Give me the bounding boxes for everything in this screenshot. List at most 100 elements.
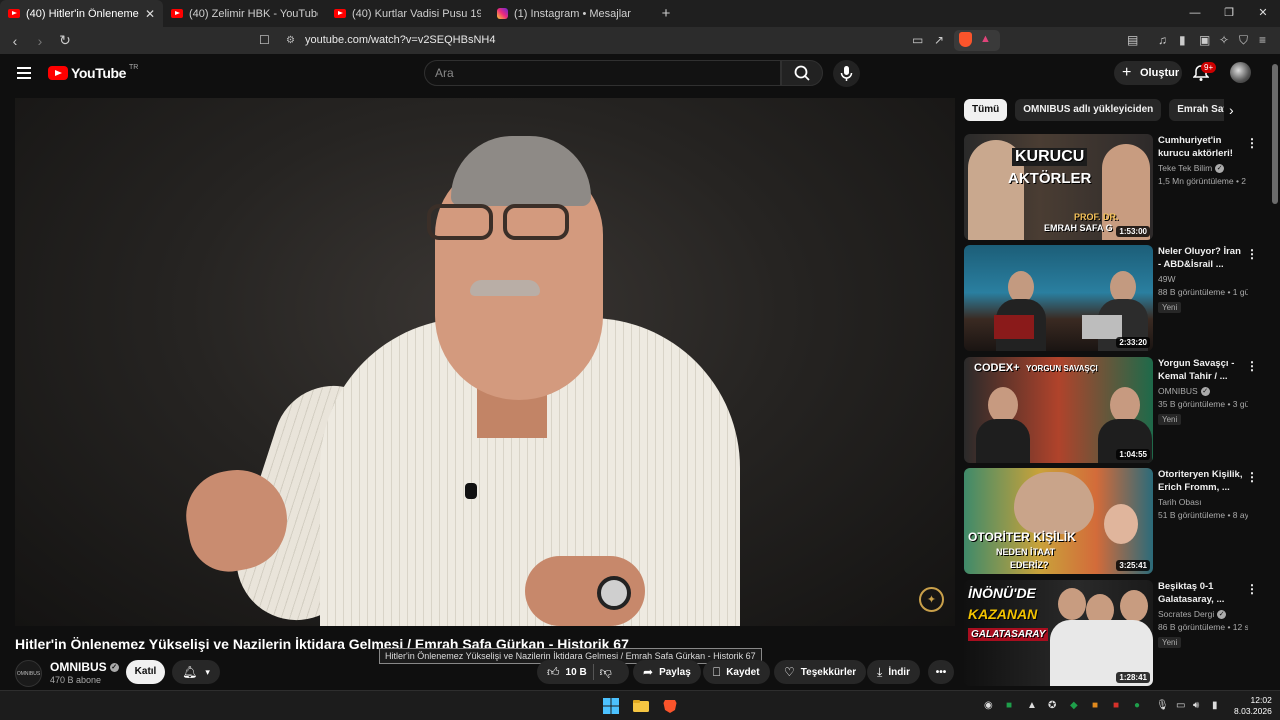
tray-app-icon[interactable]: ▲ bbox=[1027, 700, 1037, 711]
like-count[interactable]: 10 B bbox=[566, 667, 587, 678]
share-button[interactable]: ➦ Paylaş bbox=[633, 660, 701, 684]
recommendation-item[interactable]: KURUCU AKTÖRLER PROF. DR. EMRAH SAFA G 1… bbox=[964, 134, 1264, 240]
more-vertical-icon[interactable]: ⋮ bbox=[1246, 136, 1258, 150]
browser-tab[interactable]: (1) Instagram • Mesajlar bbox=[489, 0, 652, 27]
url-field[interactable]: youtube.com/watch?v=v2SEQHBsNH4 bbox=[280, 31, 1000, 50]
channel-text[interactable]: Socrates Dergi bbox=[1158, 609, 1214, 619]
browser-tab[interactable]: (40) Kurtlar Vadisi Pusu 194. Bölüm bbox=[326, 0, 489, 27]
tray-app-icon[interactable]: ✪ bbox=[1048, 700, 1056, 711]
tray-app-icon[interactable]: ■ bbox=[1006, 700, 1012, 711]
recommendation-channel[interactable]: Tarih Obası bbox=[1158, 497, 1243, 507]
brave-browser-icon[interactable] bbox=[662, 698, 678, 714]
save-button[interactable]: ⎕ Kaydet bbox=[703, 660, 770, 684]
sidebar-icon[interactable]: ▮ bbox=[1179, 33, 1186, 47]
cast-icon[interactable]: ▭ bbox=[912, 33, 923, 47]
close-tab-icon[interactable]: ✕ bbox=[145, 7, 155, 21]
more-vertical-icon[interactable]: ⋮ bbox=[1246, 582, 1258, 596]
page-scrollbar[interactable] bbox=[1272, 64, 1278, 204]
new-tab-button[interactable]: + bbox=[652, 0, 680, 27]
recommendation-item[interactable]: İNÖNÜ'DE KAZANAN GALATASARAY 1:28:41 Beş… bbox=[964, 580, 1264, 686]
system-clock[interactable]: 12:02 8.03.2026 bbox=[1234, 695, 1272, 717]
battery-icon[interactable]: ▮ bbox=[1212, 700, 1218, 711]
search-button[interactable] bbox=[781, 60, 823, 86]
video-thumbnail[interactable]: İNÖNÜ'DE KAZANAN GALATASARAY 1:28:41 bbox=[964, 580, 1153, 686]
more-actions-button[interactable]: ••• bbox=[928, 660, 954, 684]
display-icon[interactable]: ▭ bbox=[1176, 700, 1185, 711]
create-button[interactable]: + Oluştur bbox=[1114, 61, 1182, 85]
leo-icon[interactable]: ✧ bbox=[1219, 33, 1229, 47]
volume-icon[interactable]: 🔊︎ bbox=[1193, 700, 1199, 711]
channel-name-text[interactable]: OMNIBUS bbox=[50, 660, 107, 674]
forward-icon[interactable]: › bbox=[30, 33, 50, 49]
recommendation-title[interactable]: Cumhuriyet'in kurucu aktörleri! ... bbox=[1158, 134, 1243, 160]
recommendation-item[interactable]: CODEX+ YORGUN SAVAŞÇI 1:04:55 Yorgun Sav… bbox=[964, 357, 1264, 463]
chevron-right-icon[interactable]: › bbox=[1229, 102, 1234, 118]
media-icon[interactable]: ♫ bbox=[1158, 33, 1167, 47]
tray-app-icon[interactable]: ■ bbox=[1113, 700, 1119, 711]
recommendation-channel[interactable]: Socrates Dergi ✓ bbox=[1158, 609, 1243, 620]
brave-shields-button[interactable]: ▲ bbox=[954, 30, 1000, 51]
vpn-icon[interactable]: ⛉ bbox=[1239, 33, 1248, 48]
menu-icon[interactable]: ≡ bbox=[1259, 33, 1266, 47]
close-window-icon[interactable]: ✕ bbox=[1246, 0, 1280, 27]
download-button[interactable]: ⤓ İndir bbox=[867, 660, 920, 684]
video-thumbnail[interactable]: CODEX+ YORGUN SAVAŞÇI 1:04:55 bbox=[964, 357, 1153, 463]
video-thumbnail[interactable]: 2:33:20 bbox=[964, 245, 1153, 351]
recommendation-stats: 86 B görüntüleme • 12 saat önce bbox=[1158, 622, 1248, 633]
more-vertical-icon[interactable]: ⋮ bbox=[1246, 470, 1258, 484]
recommendation-stats: 35 B görüntüleme • 3 gün önce bbox=[1158, 399, 1248, 410]
tray-app-icon[interactable]: ◉ bbox=[984, 700, 993, 711]
hamburger-menu-icon[interactable] bbox=[17, 67, 31, 79]
thanks-label: Teşekkürler bbox=[800, 666, 857, 678]
share-icon[interactable]: ↗ bbox=[934, 33, 944, 47]
chip-all[interactable]: Tümü bbox=[964, 99, 1008, 121]
more-vertical-icon[interactable]: ⋮ bbox=[1246, 247, 1258, 261]
youtube-wordmark: YouTube bbox=[71, 65, 127, 81]
subscription-notifications-button[interactable]: 🔔︎ ▾ bbox=[172, 660, 220, 684]
recommendation-channel[interactable]: 49W bbox=[1158, 274, 1243, 284]
channel-avatar[interactable]: OMNIBUS bbox=[15, 660, 42, 687]
player-overlay-button[interactable]: ✦ bbox=[919, 587, 944, 612]
account-avatar[interactable] bbox=[1230, 62, 1251, 83]
recommendation-title[interactable]: Neler Oluyor? İran - ABD&İsrail ... bbox=[1158, 245, 1243, 271]
browser-tab[interactable]: (40) Hitler'in Önlenemez Yükse ✕ bbox=[0, 0, 163, 27]
browser-tab[interactable]: (40) Zelimir HBK - YouTube bbox=[163, 0, 326, 27]
back-icon[interactable]: ‹ bbox=[5, 33, 25, 49]
wallet-icon[interactable]: ▣ bbox=[1199, 33, 1210, 47]
chip-from-uploader[interactable]: OMNIBUS adlı yükleyiciden bbox=[1015, 99, 1162, 121]
tray-app-icon[interactable]: ● bbox=[1134, 700, 1140, 711]
windows-start-icon[interactable] bbox=[603, 698, 619, 714]
tray-app-icon[interactable]: ◆ bbox=[1070, 700, 1078, 711]
more-vertical-icon[interactable]: ⋮ bbox=[1246, 359, 1258, 373]
recommendation-title[interactable]: Beşiktaş 0-1 Galatasaray, ... bbox=[1158, 580, 1243, 606]
minimize-icon[interactable]: — bbox=[1178, 0, 1212, 27]
chip-topic[interactable]: Emrah Safa Gürkan bbox=[1169, 99, 1224, 121]
recommendation-title[interactable]: Otoriteryen Kişilik, Erich Fromm, ... bbox=[1158, 468, 1243, 494]
bookmark-icon[interactable]: ☐ bbox=[259, 33, 270, 47]
reload-icon[interactable]: ↻ bbox=[55, 32, 75, 49]
video-player[interactable] bbox=[15, 98, 955, 626]
channel-text[interactable]: OMNIBUS bbox=[1158, 386, 1198, 396]
more-horizontal-icon: ••• bbox=[935, 666, 947, 678]
recommendation-channel[interactable]: OMNIBUS ✓ bbox=[1158, 386, 1243, 397]
thanks-button[interactable]: ♡ Teşekkürler bbox=[774, 660, 867, 684]
youtube-logo[interactable]: YouTube TR bbox=[48, 64, 138, 81]
microphone-tray-icon[interactable]: 🎙︎ bbox=[1156, 700, 1169, 711]
recommendation-item[interactable]: 2:33:20 Neler Oluyor? İran - ABD&İsrail … bbox=[964, 245, 1264, 351]
join-button[interactable]: Katıl bbox=[126, 660, 165, 684]
tray-app-icon[interactable]: ■ bbox=[1092, 700, 1098, 711]
recommendation-item[interactable]: OTORİTER KİŞİLİK NEDEN İTAAT EDERİZ? 3:2… bbox=[964, 468, 1264, 574]
recommendation-title[interactable]: Yorgun Savaşçı - Kemal Tahir / ... bbox=[1158, 357, 1243, 383]
voice-search-button[interactable] bbox=[833, 60, 860, 87]
channel-name[interactable]: OMNIBUS ✓ bbox=[50, 660, 119, 674]
dislike-icon[interactable]: 👎︎ bbox=[600, 665, 612, 680]
like-icon[interactable]: 👍︎ bbox=[547, 665, 560, 680]
file-explorer-icon[interactable] bbox=[633, 698, 649, 714]
video-thumbnail[interactable]: OTORİTER KİŞİLİK NEDEN İTAAT EDERİZ? 3:2… bbox=[964, 468, 1153, 574]
search-input[interactable]: Ara bbox=[424, 60, 781, 86]
channel-text[interactable]: Teke Tek Bilim bbox=[1158, 163, 1212, 173]
recommendation-channel[interactable]: Teke Tek Bilim ✓ bbox=[1158, 163, 1243, 174]
restore-icon[interactable]: ❐ bbox=[1212, 0, 1246, 27]
reader-icon[interactable]: ▤ bbox=[1127, 33, 1138, 47]
video-thumbnail[interactable]: KURUCU AKTÖRLER PROF. DR. EMRAH SAFA G 1… bbox=[964, 134, 1153, 240]
